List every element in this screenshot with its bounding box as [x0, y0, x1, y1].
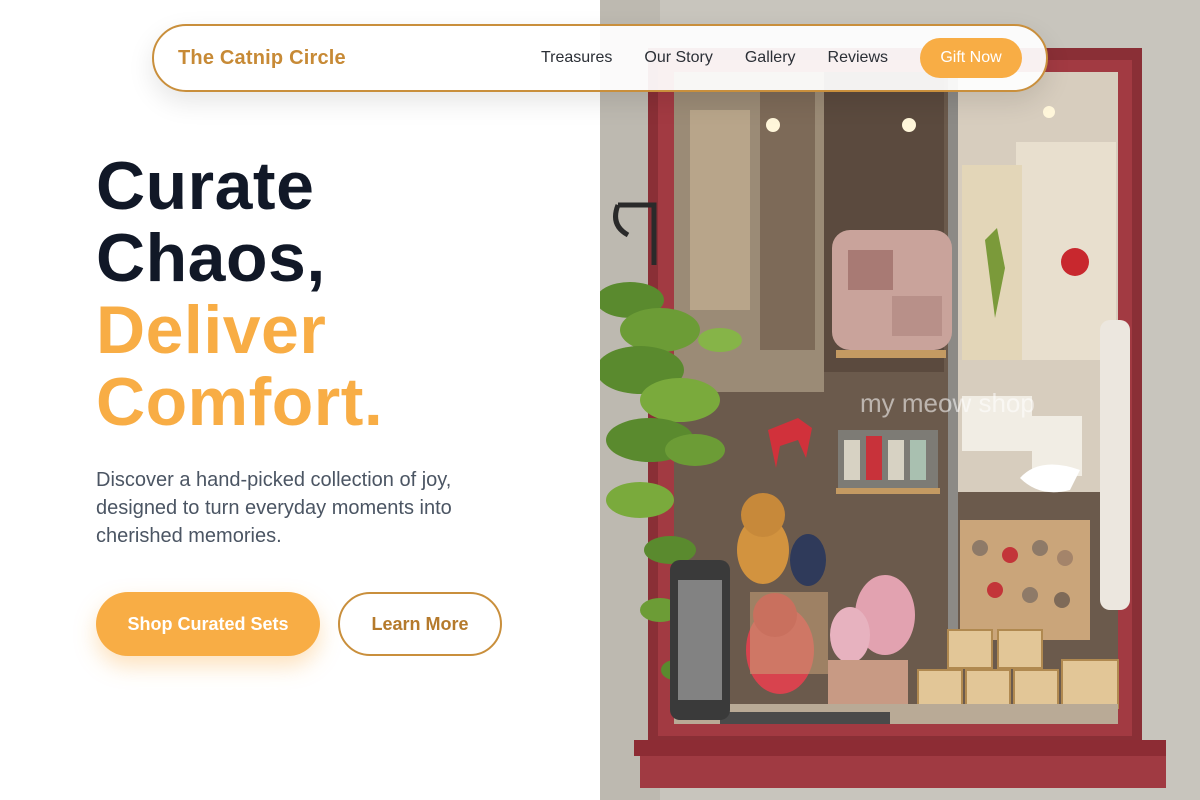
brand-logo[interactable]: The Catnip Circle	[178, 47, 346, 70]
headline-line-1: Curate	[96, 148, 315, 224]
bird-ornaments	[960, 520, 1090, 640]
gift-now-button[interactable]: Gift Now	[920, 38, 1022, 78]
hero-cta-group: Shop Curated Sets Learn More	[96, 592, 576, 656]
headline-line-3: Deliver	[96, 292, 327, 368]
nav-link-our-story[interactable]: Our Story	[644, 49, 712, 67]
headline-line-2: Chaos,	[96, 220, 326, 296]
shop-window-illustration: my meow shop	[600, 0, 1200, 800]
watermark-text: my meow shop	[860, 388, 1035, 418]
nav-link-reviews[interactable]: Reviews	[828, 49, 888, 67]
hero-headline: Curate Chaos, Deliver Comfort.	[96, 150, 576, 438]
learn-more-button[interactable]: Learn More	[338, 592, 502, 656]
top-navigation: The Catnip Circle Treasures Our Story Ga…	[152, 24, 1048, 92]
shop-window-photo: my meow shop	[600, 0, 1200, 800]
page: my meow shop The Catnip Circle Treasures…	[0, 0, 1200, 800]
nav-links: Treasures Our Story Gallery Reviews Gift…	[541, 38, 1022, 78]
shop-curated-sets-button[interactable]: Shop Curated Sets	[96, 592, 320, 656]
hero-subtitle: Discover a hand-picked collection of joy…	[96, 469, 452, 547]
hero-section: Curate Chaos, Deliver Comfort. Discover …	[96, 150, 576, 656]
nav-link-gallery[interactable]: Gallery	[745, 49, 796, 67]
headline-line-4: Comfort.	[96, 364, 384, 440]
nav-link-treasures[interactable]: Treasures	[541, 49, 612, 67]
